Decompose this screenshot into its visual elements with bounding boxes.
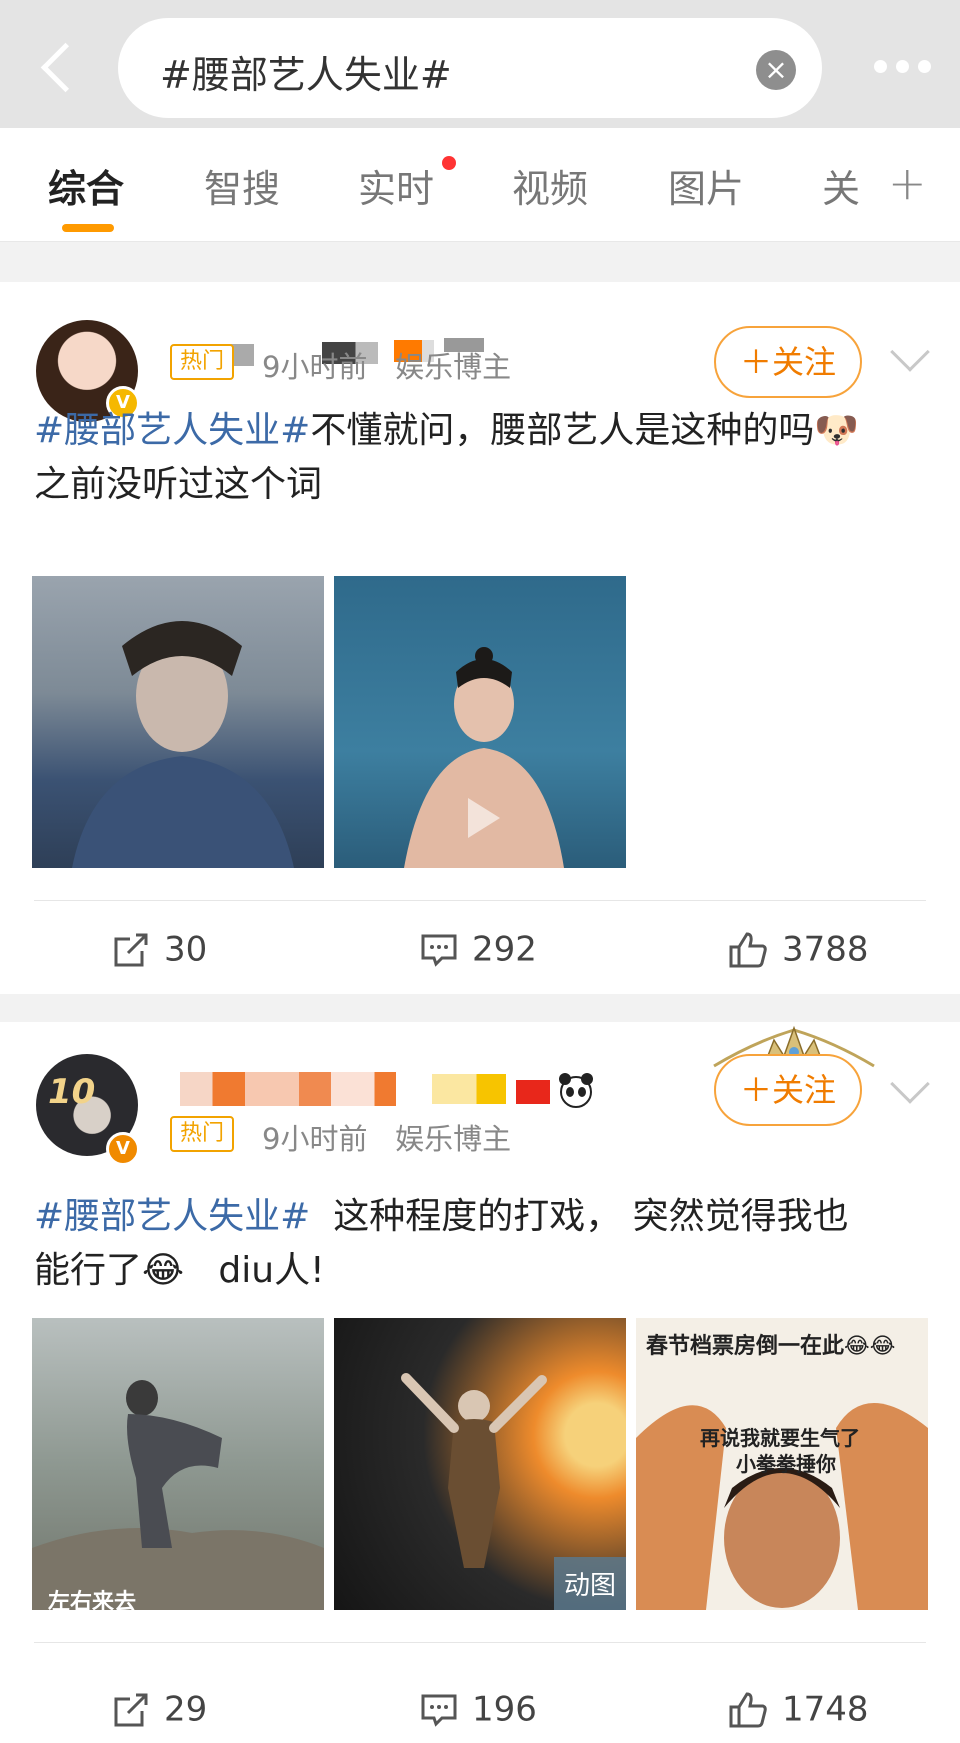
comment-icon xyxy=(421,934,457,967)
username-blurred[interactable] xyxy=(180,1072,396,1106)
tab-video[interactable]: 视频 xyxy=(512,158,588,213)
post-text: #腰部艺人失业#不懂就问，腰部艺人是这种的吗🐶 之前没听过这个词 xyxy=(34,404,934,512)
post-meta: 9小时前 娱乐博主 xyxy=(262,344,511,386)
comment-count: 292 xyxy=(472,929,537,970)
verified-badge: V xyxy=(106,1132,140,1166)
post-card: 10 V 热门 9小时前 娱乐博主 ＋关注 #腰部艺人失业# 这种程度的打戏， … xyxy=(0,1022,960,1743)
divider xyxy=(34,1642,926,1643)
person-silhouette xyxy=(404,647,564,868)
post-role: 娱乐博主 xyxy=(395,1122,512,1156)
hot-badge: 热门 xyxy=(170,344,235,380)
post-time: 9小时前 xyxy=(262,350,368,384)
hashtag-link[interactable]: #腰部艺人失业# xyxy=(34,410,310,451)
divider xyxy=(34,900,926,901)
post-image[interactable]: 左右来去 xyxy=(32,1318,324,1610)
image-caption: 左右来去 xyxy=(48,1590,137,1610)
add-tab-icon[interactable]: + xyxy=(888,156,927,210)
active-tab-indicator xyxy=(62,224,114,232)
post-text: #腰部艺人失业# 这种程度的打戏， 突然觉得我也 能行了😂 diu人! xyxy=(34,1190,934,1298)
comment-icon xyxy=(421,1694,457,1727)
meme-text: 再说我就要生气了 xyxy=(700,1426,860,1450)
gif-badge: 动图 xyxy=(553,1557,626,1610)
panda-icon xyxy=(559,1073,593,1108)
post-role: 娱乐博主 xyxy=(395,350,512,384)
post-meme-image[interactable]: 春节档票房倒一在此😂😂 再说我就要生气了 小拳拳捶你 xyxy=(636,1318,928,1610)
tab-realtime[interactable]: 实时 xyxy=(358,158,434,213)
person-silhouette xyxy=(72,621,294,868)
repost-count: 30 xyxy=(164,929,208,970)
tab-related[interactable]: 关 xyxy=(822,158,860,213)
thumbs-up-icon xyxy=(729,1691,767,1727)
tab-comprehensive[interactable]: 综合 xyxy=(48,158,124,213)
comment-button[interactable]: 292 xyxy=(420,928,537,970)
like-count: 1748 xyxy=(782,1689,869,1730)
post-image[interactable] xyxy=(32,576,324,868)
post-gif-thumbnail[interactable]: 动图 xyxy=(334,1318,626,1610)
hashtag-link[interactable]: #腰部艺人失业# xyxy=(34,1196,310,1237)
follow-button[interactable]: ＋关注 xyxy=(714,1054,862,1126)
flag-icon xyxy=(516,1080,550,1104)
post-body: 这种程度的打戏， 突然觉得我也 xyxy=(310,1196,849,1237)
post-card: V 热门 9小时前 娱乐博主 ＋关注 #腰部艺人失业#不懂就问，腰部艺人是这种的… xyxy=(0,282,960,994)
more-icon[interactable] xyxy=(874,58,944,78)
tab-bar: 综合 智搜 实时 视频 图片 关 + xyxy=(0,128,960,242)
post-meta: 9小时前 娱乐博主 xyxy=(262,1116,511,1158)
like-button[interactable]: 1748 xyxy=(728,1688,869,1730)
comment-button[interactable]: 196 xyxy=(420,1688,537,1730)
person-silhouette xyxy=(32,1380,324,1610)
share-icon xyxy=(114,933,148,966)
tab-smart-search[interactable]: 智搜 xyxy=(204,158,280,213)
meme-text: 小拳拳捶你 xyxy=(736,1452,836,1476)
search-input[interactable]: #腰部艺人失业# × xyxy=(118,18,822,118)
follow-button[interactable]: ＋关注 xyxy=(714,326,862,398)
chevron-down-icon[interactable] xyxy=(890,332,930,372)
like-button[interactable]: 3788 xyxy=(728,928,869,970)
tab-images[interactable]: 图片 xyxy=(668,158,744,213)
like-count: 3788 xyxy=(782,929,869,970)
avatar-number: 10 xyxy=(48,1072,96,1112)
notification-dot xyxy=(442,156,456,170)
thumbs-up-icon xyxy=(729,931,767,967)
back-icon[interactable] xyxy=(36,40,80,96)
post-body-line2: 能行了😂 diu人! xyxy=(34,1250,325,1291)
clear-icon[interactable]: × xyxy=(756,50,796,90)
top-bar: #腰部艺人失业# × xyxy=(0,0,960,128)
hot-badge: 热门 xyxy=(170,1116,235,1152)
post-body-line2: 之前没听过这个词 xyxy=(34,464,323,505)
username-blurred xyxy=(432,1074,506,1104)
search-query[interactable]: #腰部艺人失业# xyxy=(160,44,452,99)
repost-button[interactable]: 30 xyxy=(112,928,207,970)
repost-button[interactable]: 29 xyxy=(112,1688,207,1730)
chevron-down-icon[interactable] xyxy=(890,1064,930,1104)
repost-count: 29 xyxy=(164,1689,208,1730)
post-body: 不懂就问，腰部艺人是这种的吗🐶 xyxy=(310,410,860,451)
share-icon xyxy=(114,1693,148,1726)
comment-count: 196 xyxy=(472,1689,537,1730)
post-video-thumbnail[interactable] xyxy=(334,576,626,868)
post-time: 9小时前 xyxy=(262,1122,368,1156)
